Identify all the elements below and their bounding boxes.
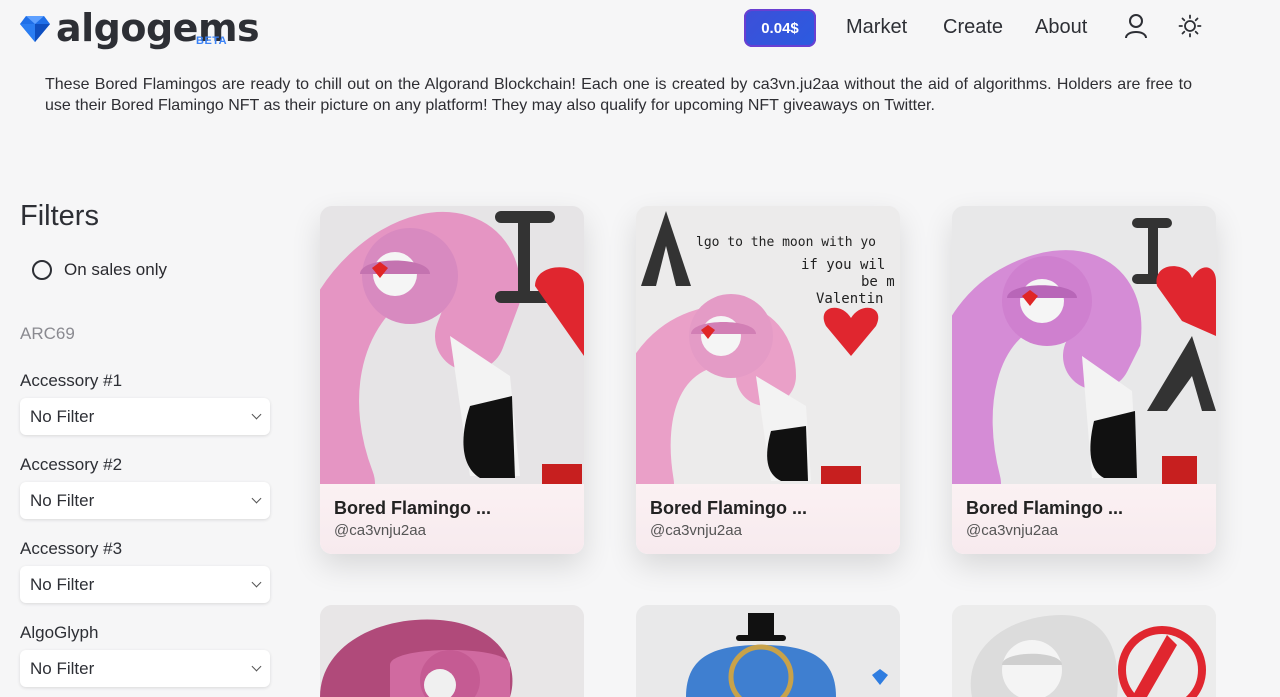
accessory-2-select[interactable]: No Filter xyxy=(20,482,270,519)
chevron-down-icon xyxy=(251,577,262,588)
filter-label: Accessory #3 xyxy=(20,539,123,558)
algoglyph-select[interactable]: No Filter xyxy=(20,650,270,687)
filter-accessory-1: Accessory #1 No Filter xyxy=(20,371,270,435)
chevron-down-icon xyxy=(251,409,262,420)
select-value: No Filter xyxy=(30,406,95,426)
chevron-down-icon xyxy=(251,493,262,504)
filter-label: Accessory #1 xyxy=(20,371,123,390)
select-value: No Filter xyxy=(30,490,95,510)
card-art-text: if you wil xyxy=(801,257,885,273)
user-icon[interactable] xyxy=(1124,13,1148,39)
collection-description: These Bored Flamingos are ready to chill… xyxy=(45,76,1192,114)
beta-badge: BETA xyxy=(196,35,228,47)
nft-card[interactable]: Bored Flamingo ... @ca3vnju2aa xyxy=(952,206,1216,554)
on-sales-label: On sales only xyxy=(64,260,167,279)
nft-title: Bored Flamingo ... xyxy=(650,498,808,518)
nft-card[interactable]: lgo to the moon with yo if you wil be m … xyxy=(636,206,900,554)
filters-title: Filters xyxy=(20,200,99,232)
nft-card[interactable] xyxy=(320,605,584,697)
theme-toggle-sun-icon[interactable] xyxy=(1178,14,1202,38)
select-value: No Filter xyxy=(30,574,95,594)
nft-card-footer: Bored Flamingo ... @ca3vnju2aa xyxy=(952,484,1216,554)
nft-card[interactable] xyxy=(952,605,1216,697)
nft-title: Bored Flamingo ... xyxy=(966,498,1124,518)
nft-image xyxy=(320,605,584,697)
card-art-text: Valentin xyxy=(816,291,883,307)
nav-create[interactable]: Create xyxy=(943,16,1003,39)
nft-image xyxy=(320,206,584,484)
arc69-section-label: ARC69 xyxy=(20,324,75,343)
accessory-1-select[interactable]: No Filter xyxy=(20,398,270,435)
nft-author: @ca3vnju2aa xyxy=(650,522,742,539)
nav-market[interactable]: Market xyxy=(846,16,907,39)
gem-icon xyxy=(20,16,50,42)
on-sales-only-radio[interactable]: On sales only xyxy=(20,260,167,280)
nft-image xyxy=(636,605,900,697)
nft-card[interactable] xyxy=(636,605,900,697)
filter-accessory-2: Accessory #2 No Filter xyxy=(20,455,270,519)
nft-image xyxy=(952,605,1216,697)
algo-price-button[interactable]: 0.04$ xyxy=(744,9,816,47)
nft-card-footer: Bored Flamingo ... @ca3vnju2aa xyxy=(636,484,900,554)
nft-image: lgo to the moon with yo if you wil be m … xyxy=(636,206,900,484)
select-value: No Filter xyxy=(30,658,95,678)
brand-name: algogems xyxy=(56,6,260,50)
card-art-text: lgo to the moon with yo xyxy=(696,235,876,250)
chevron-down-icon xyxy=(251,661,262,672)
nft-image xyxy=(952,206,1216,484)
filter-label: AlgoGlyph xyxy=(20,623,99,642)
card-art-text: be m xyxy=(861,274,895,290)
nft-card[interactable]: Bored Flamingo ... @ca3vnju2aa xyxy=(320,206,584,554)
nft-title: Bored Flamingo ... xyxy=(334,498,492,518)
nft-author: @ca3vnju2aa xyxy=(334,522,426,539)
accessory-3-select[interactable]: No Filter xyxy=(20,566,270,603)
radio-circle-icon[interactable] xyxy=(32,260,52,280)
filter-algoglyph: AlgoGlyph No Filter xyxy=(20,623,270,687)
nft-author: @ca3vnju2aa xyxy=(966,522,1058,539)
nft-card-footer: Bored Flamingo ... @ca3vnju2aa xyxy=(320,484,584,554)
filter-label: Accessory #2 xyxy=(20,455,123,474)
nav-about[interactable]: About xyxy=(1035,16,1087,39)
filter-accessory-3: Accessory #3 No Filter xyxy=(20,539,270,603)
